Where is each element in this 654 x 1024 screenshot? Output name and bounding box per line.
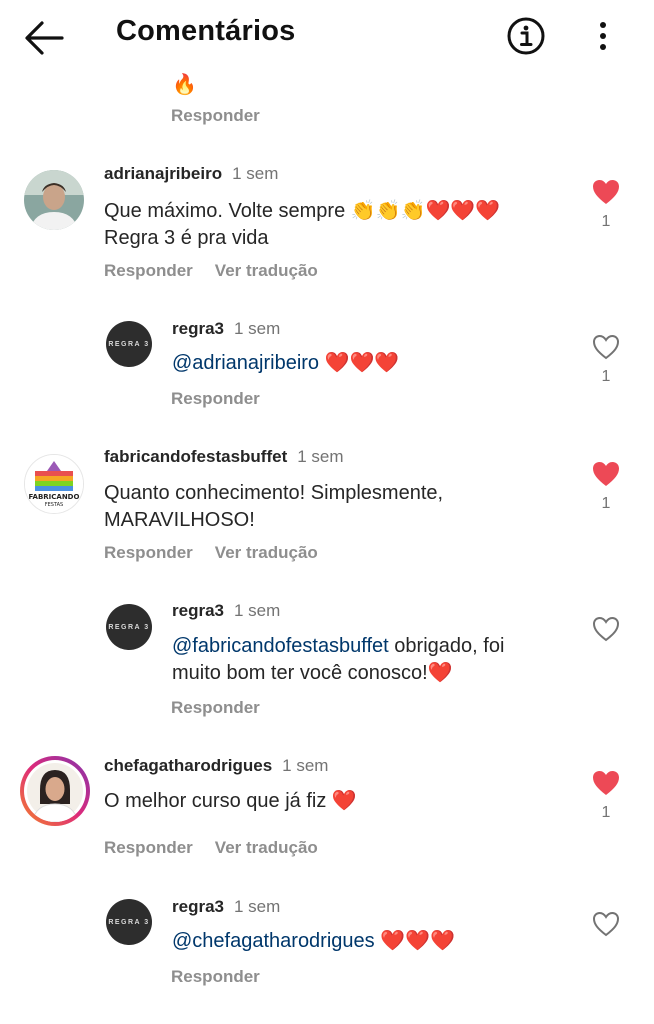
like-count: 1: [601, 213, 611, 230]
comment-text: O melhor curso que já fiz ❤️: [104, 788, 357, 815]
reply-button[interactable]: Responder: [171, 698, 260, 718]
reply-button[interactable]: Responder: [104, 261, 193, 280]
avatar-logo-text: REGRA 3: [108, 340, 150, 348]
reply-header: regra3 1 sem: [172, 601, 280, 621]
timestamp: 1 sem: [233, 601, 281, 620]
comment-header: adrianajribeiro 1 sem: [104, 164, 278, 184]
avatar-logo-text: REGRA 3: [108, 918, 150, 926]
like-button[interactable]: [591, 910, 621, 938]
reply-text: @fabricandofestasbuffet obrigado, foi mu…: [172, 633, 504, 687]
comment-text-line: O melhor curso que já fiz ❤️: [104, 790, 357, 812]
avatar-story-ring[interactable]: [20, 756, 90, 826]
reply-button[interactable]: Responder: [171, 967, 260, 987]
heart-filled-icon: [593, 462, 619, 486]
mention-link[interactable]: @fabricandofestasbuffet: [172, 635, 389, 657]
reply-text-body: ❤️❤️❤️: [374, 930, 455, 952]
arrow-left-icon: [25, 21, 64, 55]
reply-header: regra3 1 sem: [172, 319, 280, 339]
comment-text-line: Regra 3 é pra vida: [104, 227, 269, 249]
username[interactable]: fabricandofestasbuffet: [104, 447, 287, 466]
fire-emoji: 🔥: [172, 72, 197, 96]
comment-actions: Responder Ver tradução: [104, 543, 340, 563]
comment-actions: Responder Ver tradução: [104, 838, 340, 858]
like-button[interactable]: [591, 460, 621, 488]
avatar[interactable]: REGRA 3: [106, 321, 152, 367]
comment-header: fabricandofestasbuffet 1 sem: [104, 447, 344, 467]
reply-button[interactable]: Responder: [171, 106, 260, 126]
avatar[interactable]: REGRA 3: [106, 899, 152, 945]
heart-outline-icon: [592, 911, 620, 937]
comment-header: chefagatharodrigues 1 sem: [104, 756, 328, 776]
translate-button[interactable]: Ver tradução: [215, 543, 318, 562]
like-button[interactable]: [591, 769, 621, 797]
comment-text: Que máximo. Volte sempre 👏👏👏❤️❤️❤️ Regra…: [104, 198, 500, 252]
reply-text: @chefagatharodrigues ❤️❤️❤️: [172, 928, 455, 955]
translate-button[interactable]: Ver tradução: [215, 261, 318, 280]
info-icon: [507, 17, 545, 55]
timestamp: 1 sem: [233, 319, 281, 338]
avatar-logo-text: REGRA 3: [108, 623, 150, 631]
comment-text-line: Quanto conhecimento! Simplesmente,: [104, 482, 444, 504]
timestamp: 1 sem: [233, 897, 281, 916]
timestamp: 1 sem: [232, 164, 279, 183]
reply-button[interactable]: Responder: [104, 838, 193, 857]
reply-button[interactable]: Responder: [104, 543, 193, 562]
page-title: Comentários: [116, 15, 296, 47]
reply-button[interactable]: Responder: [171, 389, 260, 409]
avatar-photo: [24, 170, 84, 230]
username[interactable]: regra3: [172, 601, 224, 620]
svg-text:FABRICANDO: FABRICANDO: [29, 493, 80, 501]
translate-button[interactable]: Ver tradução: [215, 838, 318, 857]
like-count: 1: [601, 368, 611, 385]
avatar-logo: FABRICANDO FESTAS: [25, 455, 83, 513]
username[interactable]: chefagatharodrigues: [104, 756, 272, 775]
avatar: [24, 760, 86, 822]
heart-filled-icon: [593, 180, 619, 204]
like-button[interactable]: [591, 615, 621, 643]
heart-outline-icon: [592, 616, 620, 642]
info-button[interactable]: [505, 15, 547, 57]
like-button[interactable]: [591, 178, 621, 206]
more-options-button[interactable]: [586, 16, 620, 56]
timestamp: 1 sem: [282, 756, 329, 775]
like-count: 1: [601, 495, 611, 512]
comment-text-line: MARAVILHOSO!: [104, 509, 255, 531]
reply-text-line: muito bom ter você conosco!❤️: [172, 662, 453, 684]
username[interactable]: regra3: [172, 897, 224, 916]
reply-header: regra3 1 sem: [172, 897, 280, 917]
like-button[interactable]: [591, 333, 621, 361]
back-button[interactable]: [22, 18, 68, 58]
svg-text:FESTAS: FESTAS: [45, 502, 63, 508]
mention-link[interactable]: @chefagatharodrigues: [172, 930, 375, 952]
reply-text-body: ❤️❤️❤️: [319, 352, 400, 374]
more-vertical-icon: [600, 22, 606, 50]
comment-text-line: Que máximo. Volte sempre 👏👏👏❤️❤️❤️: [104, 200, 501, 222]
comment-actions: Responder Ver tradução: [104, 261, 340, 281]
mention-link[interactable]: @adrianajribeiro: [172, 352, 319, 374]
reply-text: @adrianajribeiro ❤️❤️❤️: [172, 350, 399, 377]
avatar[interactable]: REGRA 3: [106, 604, 152, 650]
like-count: 1: [601, 804, 611, 821]
heart-outline-icon: [592, 334, 620, 360]
comment-text: Quanto conhecimento! Simplesmente, MARAV…: [104, 480, 443, 534]
avatar[interactable]: [24, 170, 84, 230]
timestamp: 1 sem: [297, 447, 344, 466]
username[interactable]: regra3: [172, 319, 224, 338]
heart-filled-icon: [593, 771, 619, 795]
reply-text-body: obrigado, foi: [388, 635, 505, 657]
avatar[interactable]: FABRICANDO FESTAS: [24, 454, 84, 514]
username[interactable]: adrianajribeiro: [104, 164, 222, 183]
avatar-photo: [27, 763, 83, 822]
